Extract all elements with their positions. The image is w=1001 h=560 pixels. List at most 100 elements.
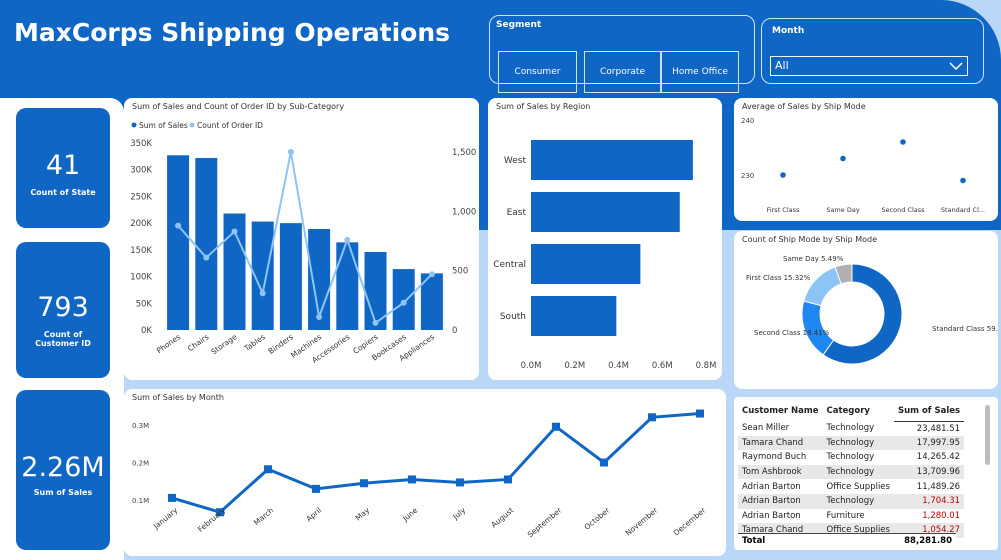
shipmode-avg-card: Average of Sales by Ship Mode 240 230 Firs… bbox=[734, 98, 998, 221]
sales-cell: 17,997.95 bbox=[893, 435, 965, 451]
customer-name-cell: Adrian Barton bbox=[738, 493, 823, 509]
table-scrollbar[interactable] bbox=[985, 405, 990, 465]
col-category[interactable]: Category bbox=[823, 401, 894, 421]
region-bar bbox=[531, 296, 617, 336]
customer-name-cell: Adrian Barton bbox=[742, 510, 801, 521]
x-tick-label: June bbox=[400, 505, 419, 523]
y2-tick-label: 0 bbox=[452, 326, 457, 336]
y-tick-label: 300K bbox=[130, 166, 152, 176]
x-tick-label: January bbox=[151, 505, 180, 531]
sales-point bbox=[312, 484, 320, 493]
customer-table-wrap: Customer Name Category Sum of Sales Sean… bbox=[738, 401, 965, 538]
x-tick-label: Second Class bbox=[881, 206, 925, 214]
kpi-sales-value: 2.26M bbox=[21, 452, 105, 483]
table-row[interactable]: Raymond Buch Technology 14,265.42 bbox=[738, 450, 964, 465]
y-tick-label: 50K bbox=[136, 299, 153, 309]
y-tick-label: 230 bbox=[741, 172, 754, 180]
category-cell: Technology bbox=[822, 435, 894, 451]
legend-sum-of-sales: Sum of Sales bbox=[139, 121, 188, 130]
legend-count-of-order-id: Count of Order ID bbox=[197, 121, 263, 130]
donut-label: Standard Class 59.79% bbox=[932, 325, 998, 333]
sales-cell: 14,265.42 bbox=[916, 452, 961, 463]
customer-name-cell: Raymond Buch bbox=[742, 452, 807, 463]
x-tick-label: Tables bbox=[242, 332, 267, 353]
category-cell: Technology bbox=[822, 464, 894, 480]
table-row[interactable]: Tamara Chand Technology 17,997.95 bbox=[738, 435, 965, 451]
order-count-point bbox=[400, 299, 407, 306]
region-chart-card: Sum of Sales by Region West East Central So… bbox=[488, 98, 722, 380]
sales-cell: 1,704.31 bbox=[893, 493, 965, 509]
region-label: West bbox=[504, 156, 527, 166]
y-tick-label: 0.2M bbox=[132, 460, 149, 468]
category-cell: Office Supplies bbox=[826, 481, 890, 492]
region-chart: West East Central South 0.0M 0.2M 0.4M 0.6M 0.8M bbox=[493, 140, 716, 371]
order-count-point bbox=[428, 271, 435, 278]
customer-name-cell: Adrian Barton bbox=[742, 481, 801, 492]
col-customer-name[interactable]: Customer Name bbox=[738, 401, 823, 421]
region-label: Central bbox=[493, 260, 526, 270]
x-tick-label: March bbox=[252, 505, 275, 527]
sales-point bbox=[168, 493, 176, 502]
col-sum-of-sales[interactable]: Sum of Sales bbox=[893, 401, 965, 422]
customer-table-card: Customer Name Category Sum of Sales Sean… bbox=[734, 397, 998, 550]
segment-slicer: Segment Consumer Corporate Home Office bbox=[489, 15, 755, 93]
donut-slice bbox=[803, 266, 842, 307]
x-tick-label: 0.4M bbox=[608, 361, 629, 371]
segment-home-office-button[interactable]: Home Office bbox=[661, 51, 739, 93]
donut-slice bbox=[801, 300, 835, 356]
segment-slicer-title: Segment bbox=[496, 20, 542, 30]
sales-point bbox=[264, 465, 272, 474]
order-count-point bbox=[259, 290, 266, 297]
sales-bar bbox=[392, 269, 415, 330]
month-chart-card: Sum of Sales by Month 0.1M 0.2M 0.3M Januar… bbox=[124, 389, 726, 556]
x-tick-label: 0.6M bbox=[652, 361, 673, 371]
table-row[interactable]: Tom Ashbrook Technology 13,709.96 bbox=[738, 464, 965, 480]
y2-tick-label: 1,000 bbox=[452, 207, 476, 217]
table-row[interactable]: Adrian Barton Furniture 1,280.01 bbox=[738, 509, 964, 524]
month-dropdown[interactable]: All bbox=[770, 56, 968, 76]
kpi-card-customers: 793 Count of Customer ID bbox=[16, 242, 110, 378]
x-tick-label: May bbox=[354, 505, 372, 522]
shipmode-donut-chart: Standard Class 59.79% Second Class 19.41%… bbox=[746, 255, 998, 365]
order-count-point bbox=[344, 236, 351, 243]
month-slicer: Month All bbox=[761, 18, 984, 84]
sales-bar bbox=[279, 223, 302, 330]
donut-label: First Class 15.32% bbox=[746, 274, 811, 282]
sales-line bbox=[171, 412, 701, 514]
x-tick-label: Standard Cl... bbox=[941, 206, 985, 214]
month-line-chart: 0.1M0.2M0.3MJanuary February March April May… bbox=[132, 409, 708, 539]
sales-point bbox=[408, 475, 416, 484]
sales-bar bbox=[336, 242, 359, 330]
x-tick-label: 0.2M bbox=[564, 361, 585, 371]
customer-table: Customer Name Category Sum of Sales Sean… bbox=[738, 401, 965, 538]
avg-sales-point bbox=[780, 172, 786, 178]
y-tick-label: 240 bbox=[741, 117, 754, 125]
segment-consumer-button[interactable]: Consumer bbox=[498, 51, 577, 93]
table-row[interactable]: Adrian Barton Office Supplies 11,489.26 bbox=[738, 479, 964, 494]
kpi-state-label: Count of State bbox=[30, 188, 96, 197]
shipmode-count-card: Count of Ship Mode by Ship Mode Standard… bbox=[734, 231, 998, 389]
x-tick-label: July bbox=[450, 505, 467, 522]
region-bar bbox=[531, 192, 680, 232]
kpi-card-state: 41 Count of State bbox=[16, 108, 110, 228]
sales-cell: 1,280.01 bbox=[922, 510, 961, 521]
table-row[interactable]: Sean Miller Technology 23,481.51 bbox=[738, 421, 964, 436]
x-tick-label: October bbox=[583, 505, 612, 532]
customer-name-cell: Tamara Chand bbox=[738, 435, 823, 451]
subcategory-chart: Sum of Sales Count of Order ID 0K 50K 100K… bbox=[130, 121, 476, 365]
y-tick-label: 0.1M bbox=[132, 497, 149, 505]
shipmode-avg-chart: 240 230 First Class Same Day Second Class Sta… bbox=[741, 117, 985, 214]
y-tick-label: 0K bbox=[141, 326, 152, 336]
sales-cell: 11,489.26 bbox=[916, 481, 961, 492]
segment-corporate-button[interactable]: Corporate bbox=[584, 51, 661, 93]
sales-cell: 23,481.51 bbox=[916, 423, 961, 434]
sales-point bbox=[504, 475, 512, 484]
avg-sales-point bbox=[960, 177, 966, 184]
category-cell: Technology bbox=[826, 423, 875, 434]
sales-point bbox=[456, 478, 464, 487]
y-tick-label: 350K bbox=[130, 139, 152, 149]
x-tick-label: Storage bbox=[209, 332, 239, 356]
sales-point bbox=[696, 409, 704, 418]
table-row[interactable]: Adrian Barton Technology 1,704.31 bbox=[738, 493, 965, 509]
customer-table-body: Sean Miller Technology 23,481.51 Tamara Cha… bbox=[738, 421, 965, 538]
